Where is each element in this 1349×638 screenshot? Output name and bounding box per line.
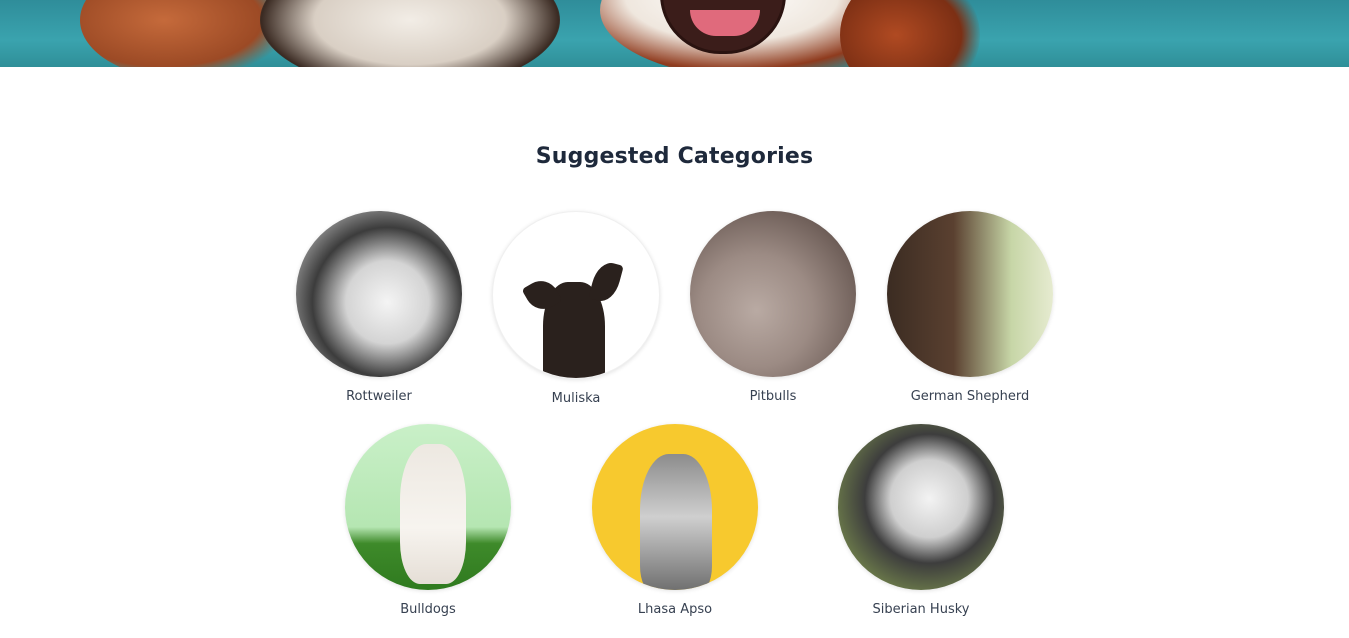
category-label[interactable]: Lhasa Apso bbox=[575, 602, 775, 617]
category-photo-muliska[interactable] bbox=[492, 211, 660, 379]
section-title: Suggested Categories bbox=[535, 144, 814, 169]
category-label[interactable]: Bulldogs bbox=[328, 602, 528, 617]
category-card-german-shepherd[interactable]: German Shepherd bbox=[870, 211, 1070, 404]
category-photo-rottweiler[interactable] bbox=[296, 211, 462, 377]
category-photo-siberian-husky[interactable] bbox=[838, 424, 1004, 590]
hero-banner-image bbox=[0, 0, 1349, 67]
category-card-lhasa-apso[interactable]: Lhasa Apso bbox=[575, 424, 775, 617]
category-card-siberian-husky[interactable]: Siberian Husky bbox=[821, 424, 1021, 617]
category-photo-lhasa-apso[interactable] bbox=[592, 424, 758, 590]
category-label[interactable]: Siberian Husky bbox=[821, 602, 1021, 617]
category-photo-german-shepherd[interactable] bbox=[887, 211, 1053, 377]
category-card-bulldogs[interactable]: Bulldogs bbox=[328, 424, 528, 617]
category-label[interactable]: German Shepherd bbox=[870, 389, 1070, 404]
category-label[interactable]: Muliska bbox=[476, 391, 676, 406]
category-card-pitbulls[interactable]: Pitbulls bbox=[673, 211, 873, 404]
category-photo-pitbulls[interactable] bbox=[690, 211, 856, 377]
category-photo-bulldogs[interactable] bbox=[345, 424, 511, 590]
category-label[interactable]: Rottweiler bbox=[279, 389, 479, 404]
category-card-muliska[interactable]: Muliska bbox=[476, 211, 676, 406]
category-card-rottweiler[interactable]: Rottweiler bbox=[279, 211, 479, 404]
category-label[interactable]: Pitbulls bbox=[673, 389, 873, 404]
